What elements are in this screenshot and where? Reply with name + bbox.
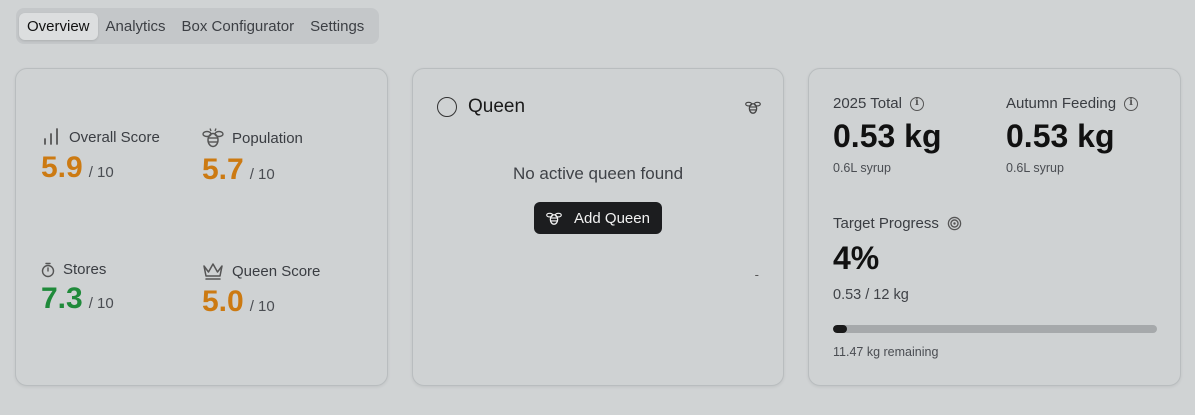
feeding-card: 2025 Total 0.53 kg 0.6L syrup Autumn Fee… xyxy=(808,68,1181,386)
queen-placeholder-dash: - xyxy=(754,267,759,282)
overall-score-max: / 10 xyxy=(88,164,114,181)
bee-icon xyxy=(546,212,562,225)
queen-status-circle-icon xyxy=(437,97,457,117)
total-feeding-value: 0.53 kg xyxy=(833,118,942,154)
stores-value: 7.3 xyxy=(41,282,83,315)
overall-score-label: Overall Score xyxy=(69,128,160,146)
no-queen-message: No active queen found xyxy=(512,164,684,183)
info-icon[interactable] xyxy=(1124,96,1139,111)
stores-label: Stores xyxy=(63,261,107,278)
tab-box-configurator[interactable]: Box Configurator xyxy=(174,13,303,40)
timer-icon xyxy=(41,262,55,277)
bar-chart-icon xyxy=(44,128,58,145)
autumn-feeding-value: 0.53 kg xyxy=(1006,118,1115,154)
target-icon xyxy=(947,216,962,231)
bee-icon xyxy=(202,128,224,148)
queen-card: Queen No active queen found Add Queen - xyxy=(412,68,784,386)
target-progress-metric: Target Progress 4% 0.53 / 12 kg xyxy=(833,215,962,303)
add-queen-button[interactable]: Add Queen xyxy=(534,202,662,234)
queen-header: Queen xyxy=(437,96,525,118)
population-metric: Population 5.7 / 10 xyxy=(202,127,303,187)
tab-bar: Overview Analytics Box Configurator Sett… xyxy=(16,8,379,44)
population-max: / 10 xyxy=(249,166,275,183)
autumn-feeding-metric: Autumn Feeding 0.53 kg 0.6L syrup xyxy=(1006,95,1139,175)
tab-analytics[interactable]: Analytics xyxy=(98,13,174,40)
target-progress-ratio: 0.53 / 12 kg xyxy=(833,287,909,303)
queen-score-value: 5.0 xyxy=(202,285,244,318)
bee-icon xyxy=(745,101,761,114)
queen-title: Queen xyxy=(468,96,526,117)
queen-score-max: / 10 xyxy=(249,298,275,315)
autumn-feeding-label: Autumn Feeding xyxy=(1006,95,1117,112)
total-feeding-label: 2025 Total xyxy=(833,95,902,112)
stores-metric: Stores 7.3 / 10 xyxy=(41,261,114,316)
target-remaining: 11.47 kg remaining xyxy=(833,345,939,359)
total-feeding-metric: 2025 Total 0.53 kg 0.6L syrup xyxy=(833,95,942,175)
crown-icon xyxy=(203,263,223,280)
overall-score-value: 5.9 xyxy=(41,151,83,184)
tab-settings[interactable]: Settings xyxy=(302,13,372,40)
queen-score-label: Queen Score xyxy=(232,262,321,280)
add-queen-label: Add Queen xyxy=(574,209,650,227)
stores-max: / 10 xyxy=(88,295,114,312)
target-progress-fill xyxy=(833,325,848,333)
queen-score-metric: Queen Score 5.0 / 10 xyxy=(202,261,320,319)
overall-score-metric: Overall Score 5.9 / 10 xyxy=(41,127,160,185)
autumn-feeding-syrup: 0.6L syrup xyxy=(1006,161,1064,175)
population-value: 5.7 xyxy=(202,153,244,186)
total-feeding-syrup: 0.6L syrup xyxy=(833,161,891,175)
tab-overview[interactable]: Overview xyxy=(19,12,98,40)
target-progress-label: Target Progress xyxy=(833,215,939,232)
target-progress-bar xyxy=(833,325,1157,333)
scores-card: Overall Score 5.9 / 10 Population 5.7 / … xyxy=(15,68,388,386)
population-label: Population xyxy=(232,129,303,147)
info-icon[interactable] xyxy=(909,96,924,111)
target-progress-percent: 4% xyxy=(833,240,880,276)
